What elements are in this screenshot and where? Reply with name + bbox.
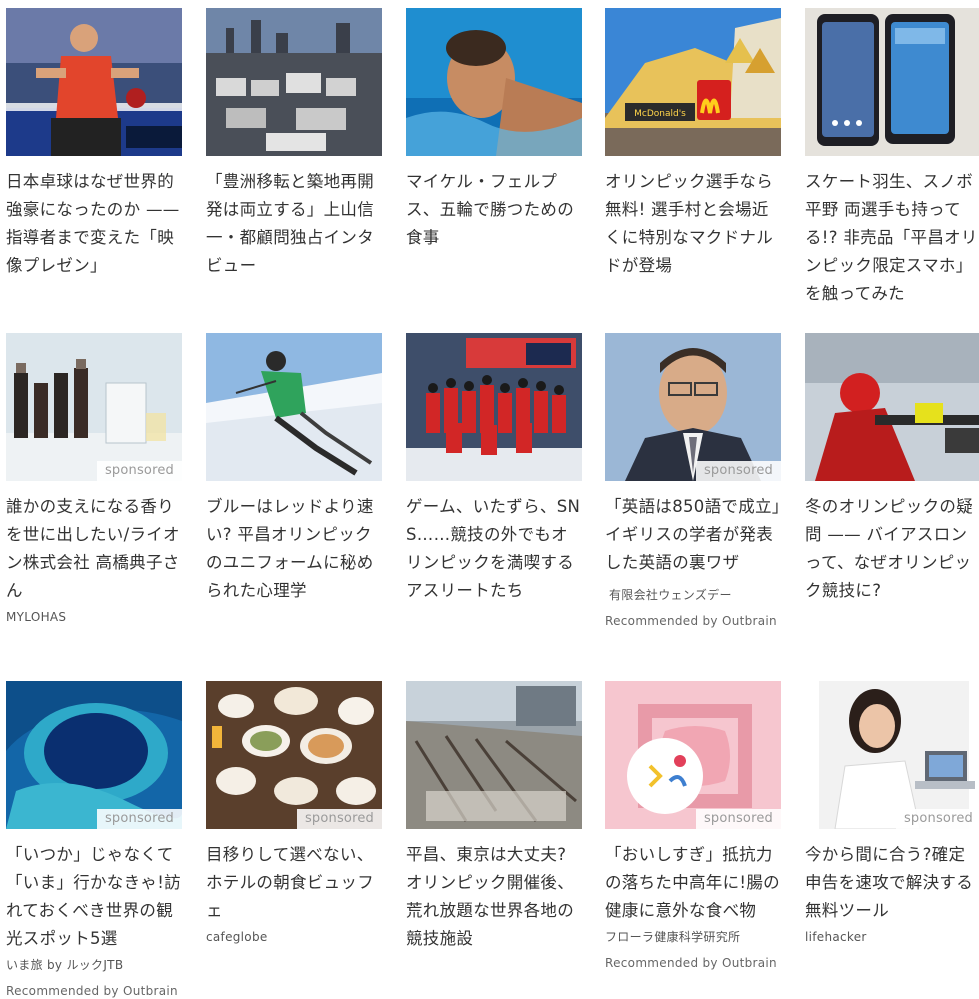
sponsored-badge: sponsored	[96, 809, 182, 829]
article-thumbnail[interactable]	[406, 333, 582, 481]
mcdonalds-logo-text: McDonald's	[634, 109, 686, 119]
article-title[interactable]: 「豊洲移転と築地再開発は両立する」上山信一・都顧問独占インタビュー	[206, 168, 382, 280]
article-title[interactable]: オリンピック選手なら無料! 選手村と会場近くに特別なマクドナルドが登場	[605, 168, 781, 280]
sponsored-badge: sponsored	[296, 809, 382, 829]
blue-hole-image	[6, 681, 182, 829]
source-label[interactable]: いま旅 by ルックJTB	[6, 957, 182, 973]
sponsored-badge: sponsored	[695, 809, 781, 829]
source-label[interactable]: lifehacker	[805, 929, 979, 945]
article-title[interactable]: 平昌、東京は大丈夫? オリンピック開催後、荒れ放題な世界各地の競技施設	[406, 841, 582, 953]
sponsored-badge: sponsored	[895, 809, 979, 829]
businessman-portrait-image	[605, 333, 781, 481]
article-title[interactable]: マイケル・フェルプス、五輪で勝つための食事	[406, 168, 582, 252]
article-thumbnail[interactable]	[805, 8, 979, 156]
article-card-4[interactable]: McDonald's オリンピック選手なら無料! 選手村と会場近くに特別なマクド…	[605, 8, 781, 280]
source-label[interactable]: cafeglobe	[206, 929, 382, 945]
article-title[interactable]: ブルーはレッドより速い? 平昌オリンピックのユニフォームに秘められた心理学	[206, 493, 382, 605]
article-thumbnail[interactable]: sponsored	[805, 681, 979, 829]
article-title[interactable]: 冬のオリンピックの疑問 —— バイアスロンって、なぜオリンピック競技に?	[805, 493, 979, 605]
source-label[interactable]: 有限会社ウェンズデー	[605, 587, 781, 603]
article-title[interactable]: 「英語は850語で成立」イギリスの学者が発表した英語の裏ワザ	[605, 493, 781, 577]
article-card-6[interactable]: sponsored 誰かの支えになる香りを世に出したい/ライオン株式会社 高橋典…	[6, 333, 182, 625]
article-title[interactable]: 「いつか」じゃなくて「いま」行かなきゃ!訪れておくべき世界の観光スポット5選	[6, 841, 182, 953]
recommended-by-outbrain-link[interactable]: Recommended by Outbrain	[605, 955, 781, 971]
article-thumbnail[interactable]	[6, 8, 182, 156]
source-label[interactable]: MYLOHAS	[6, 609, 182, 625]
article-title[interactable]: 「おいしすぎ」抵抗力の落ちた中高年に!腸の健康に意外な食べ物	[605, 841, 781, 925]
mcdonalds-pavilion-image: McDonald's	[605, 8, 781, 156]
table-tennis-player-image	[6, 8, 182, 156]
abandoned-venue-image	[406, 681, 582, 829]
tsukiji-market-aerial-image	[206, 8, 382, 156]
sponsored-badge: sponsored	[96, 461, 182, 481]
woman-laptop-image	[805, 681, 979, 829]
recommended-by-outbrain-link[interactable]: Recommended by Outbrain	[6, 983, 182, 999]
article-thumbnail[interactable]	[206, 333, 382, 481]
article-thumbnail[interactable]: sponsored	[6, 681, 182, 829]
article-card-7[interactable]: ブルーはレッドより速い? 平昌オリンピックのユニフォームに秘められた心理学	[206, 333, 382, 605]
skier-image	[206, 333, 382, 481]
article-card-13[interactable]: 平昌、東京は大丈夫? オリンピック開催後、荒れ放題な世界各地の競技施設	[406, 681, 582, 953]
article-title[interactable]: 今から間に合う?確定申告を速攻で解決する無料ツール	[805, 841, 979, 925]
article-thumbnail[interactable]	[805, 333, 979, 481]
article-title[interactable]: 目移りして選べない、ホテルの朝食ビュッフェ	[206, 841, 382, 925]
article-card-11[interactable]: sponsored 「いつか」じゃなくて「いま」行かなきゃ!訪れておくべき世界の…	[6, 681, 182, 999]
source-label[interactable]: フローラ健康科学研究所	[605, 929, 781, 945]
article-card-12[interactable]: sponsored 目移りして選べない、ホテルの朝食ビュッフェ cafeglob…	[206, 681, 382, 945]
article-thumbnail[interactable]: sponsored	[605, 681, 781, 829]
article-title[interactable]: 日本卓球はなぜ世界的強豪になったのか —— 指導者まで変えた「映像プレゼン」	[6, 168, 182, 280]
article-thumbnail[interactable]	[406, 8, 582, 156]
perfume-bottles-image	[6, 333, 182, 481]
article-thumbnail[interactable]	[206, 8, 382, 156]
swimmer-image	[406, 8, 582, 156]
smartphones-image	[805, 8, 979, 156]
article-title[interactable]: ゲーム、いたずら、SNS……競技の外でもオリンピックを満喫するアスリートたち	[406, 493, 582, 605]
article-card-15[interactable]: sponsored 今から間に合う?確定申告を速攻で解決する無料ツール life…	[805, 681, 979, 945]
article-thumbnail[interactable]: sponsored	[206, 681, 382, 829]
article-card-5[interactable]: スケート羽生、スノボ平野 両選手も持ってる!? 非売品「平昌オリンピック限定スマ…	[805, 8, 979, 308]
article-card-14[interactable]: sponsored 「おいしすぎ」抵抗力の落ちた中高年に!腸の健康に意外な食べ物…	[605, 681, 781, 971]
recommended-by-outbrain-link[interactable]: Recommended by Outbrain	[605, 613, 781, 629]
article-card-3[interactable]: マイケル・フェルプス、五輪で勝つための食事	[406, 8, 582, 252]
article-thumbnail[interactable]	[406, 681, 582, 829]
article-thumbnail[interactable]: sponsored	[6, 333, 182, 481]
breakfast-buffet-image	[206, 681, 382, 829]
article-card-8[interactable]: ゲーム、いたずら、SNS……競技の外でもオリンピックを満喫するアスリートたち	[406, 333, 582, 605]
biathlete-image	[805, 333, 979, 481]
article-title[interactable]: 誰かの支えになる香りを世に出したい/ライオン株式会社 高橋典子さん	[6, 493, 182, 605]
article-card-1[interactable]: 日本卓球はなぜ世界的強豪になったのか —— 指導者まで変えた「映像プレゼン」	[6, 8, 182, 280]
intestine-illustration-image	[605, 681, 781, 829]
article-card-10[interactable]: 冬のオリンピックの疑問 —— バイアスロンって、なぜオリンピック競技に?	[805, 333, 979, 605]
article-thumbnail[interactable]: McDonald's	[605, 8, 781, 156]
article-card-2[interactable]: 「豊洲移転と築地再開発は両立する」上山信一・都顧問独占インタビュー	[206, 8, 382, 280]
sponsored-badge: sponsored	[695, 461, 781, 481]
team-photo-image	[406, 333, 582, 481]
article-title[interactable]: スケート羽生、スノボ平野 両選手も持ってる!? 非売品「平昌オリンピック限定スマ…	[805, 168, 979, 308]
article-thumbnail[interactable]: sponsored	[605, 333, 781, 481]
article-card-9[interactable]: sponsored 「英語は850語で成立」イギリスの学者が発表した英語の裏ワザ…	[605, 333, 781, 629]
